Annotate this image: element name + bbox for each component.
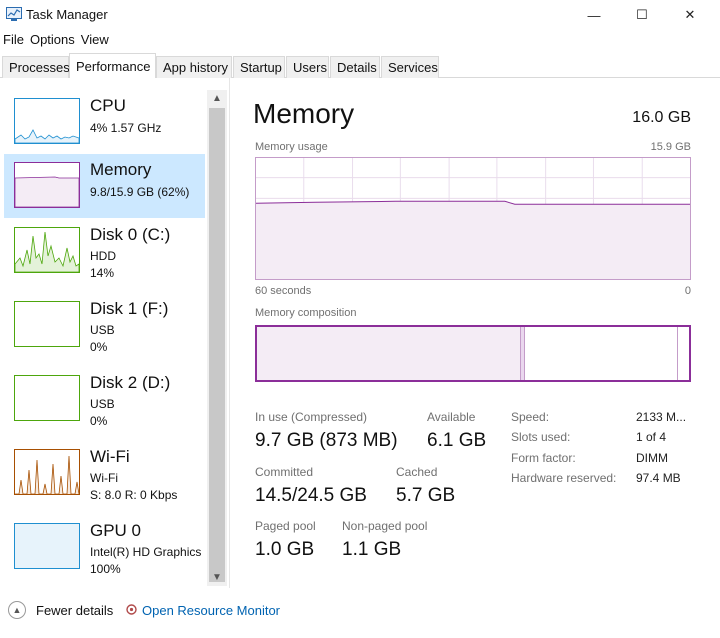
sidebar-item-name: GPU 0 <box>90 521 142 540</box>
sidebar-item-type: USB <box>90 397 115 411</box>
usage-graph-max: 15.9 GB <box>650 141 691 153</box>
available-label: Available <box>427 410 476 424</box>
fewer-details-button[interactable]: Fewer details <box>36 603 113 618</box>
tab-details[interactable]: Details <box>330 56 380 78</box>
sidebar-item-type: Wi-Fi <box>90 471 118 485</box>
task-manager-icon <box>6 7 22 21</box>
paged-pool-value: 1.0 GB <box>255 539 315 560</box>
sidebar-item-detail: 100% <box>90 562 121 576</box>
minimize-button[interactable]: — <box>570 0 618 30</box>
sidebar-item-disk-0[interactable]: Disk 0 (C:) HDD 14% <box>4 219 205 283</box>
composition-in-use <box>257 327 521 380</box>
scroll-down-icon[interactable]: ▼ <box>207 569 227 585</box>
sidebar-item-cpu[interactable]: CPU 4% 1.57 GHz <box>4 90 205 154</box>
menu-options[interactable]: Options <box>27 30 78 50</box>
speed-value: 2133 M... <box>636 410 687 424</box>
sidebar-item-detail: 4% 1.57 GHz <box>90 121 162 135</box>
maximize-button[interactable]: ☐ <box>618 0 666 30</box>
memory-thumbnail-graph <box>14 162 80 208</box>
sidebar-item-type: HDD <box>90 249 116 263</box>
open-resource-monitor-link[interactable]: Open Resource Monitor <box>142 603 280 618</box>
tab-startup[interactable]: Startup <box>233 56 285 78</box>
composition-label: Memory composition <box>255 307 357 319</box>
sidebar-item-type: Intel(R) HD Graphics <box>90 545 202 559</box>
memory-panel: Memory 16.0 GB Memory usage 15.9 GB 60 s… <box>231 78 720 588</box>
composition-standby <box>524 327 679 380</box>
sidebar-item-name: Wi-Fi <box>90 447 130 466</box>
tab-performance[interactable]: Performance <box>69 53 156 79</box>
sidebar-item-disk-1[interactable]: Disk 1 (F:) USB 0% <box>4 293 205 357</box>
tab-strip: Processes Performance App history Startu… <box>0 53 720 79</box>
non-paged-pool-value: 1.1 GB <box>342 539 402 560</box>
tab-app-history[interactable]: App history <box>156 56 232 78</box>
in-use-value: 9.7 GB (873 MB) <box>255 430 398 451</box>
memory-usage-graph <box>255 157 691 280</box>
sidebar-item-detail: 0% <box>90 414 108 428</box>
committed-value: 14.5/24.5 GB <box>255 485 367 506</box>
sidebar-item-memory[interactable]: Memory 9.8/15.9 GB (62%) <box>4 154 205 218</box>
wifi-thumbnail-graph <box>14 449 80 495</box>
committed-label: Committed <box>255 465 314 479</box>
tab-services[interactable]: Services <box>381 56 439 78</box>
sidebar-item-disk-2[interactable]: Disk 2 (D:) USB 0% <box>4 367 205 431</box>
tab-processes[interactable]: Processes <box>2 56 70 78</box>
memory-composition-bar <box>255 325 691 382</box>
footer-bar: ▲ Fewer details Open Resource Monitor <box>0 595 720 627</box>
form-factor-label: Form factor: <box>511 451 576 465</box>
sidebar-item-detail: 0% <box>90 340 108 354</box>
gpu-thumbnail-graph <box>14 523 80 569</box>
sidebar-item-name: CPU <box>90 96 126 115</box>
chevron-up-icon[interactable]: ▲ <box>8 601 26 619</box>
disk-1-thumbnail-graph <box>14 301 80 347</box>
available-value: 6.1 GB <box>427 430 487 451</box>
menu-bar: File Options View <box>0 30 112 50</box>
disk-0-thumbnail-graph <box>14 227 80 273</box>
sidebar-item-name: Disk 1 (F:) <box>90 299 169 318</box>
resource-sidebar: CPU 4% 1.57 GHz Memory 9.8/15.9 GB (62%)… <box>0 78 230 588</box>
sidebar-item-detail: 14% <box>90 266 115 280</box>
sidebar-item-name: Disk 2 (D:) <box>90 373 171 392</box>
hardware-reserved-label: Hardware reserved: <box>511 471 617 485</box>
slots-value: 1 of 4 <box>636 430 667 444</box>
title-bar: Task Manager — ☐ ✕ <box>0 0 720 30</box>
sidebar-item-detail: 9.8/15.9 GB (62%) <box>90 185 190 199</box>
tab-users[interactable]: Users <box>286 56 329 78</box>
sidebar-scrollbar-thumb[interactable] <box>209 108 225 582</box>
menu-file[interactable]: File <box>0 30 27 50</box>
scroll-up-icon[interactable]: ▲ <box>207 90 227 106</box>
window-title: Task Manager <box>26 7 108 22</box>
memory-total: 16.0 GB <box>632 109 691 126</box>
slots-label: Slots used: <box>511 430 571 444</box>
sidebar-item-name: Disk 0 (C:) <box>90 225 171 244</box>
speed-label: Speed: <box>511 410 550 424</box>
cached-label: Cached <box>396 465 438 479</box>
sidebar-item-name: Memory <box>90 160 152 179</box>
paged-pool-label: Paged pool <box>255 519 316 533</box>
menu-view[interactable]: View <box>78 30 112 50</box>
sidebar-item-gpu-0[interactable]: GPU 0 Intel(R) HD Graphics 100% <box>4 515 205 579</box>
usage-graph-label: Memory usage <box>255 141 328 153</box>
page-title: Memory <box>253 98 355 129</box>
in-use-label: In use (Compressed) <box>255 410 368 424</box>
sidebar-item-type: USB <box>90 323 115 337</box>
disk-2-thumbnail-graph <box>14 375 80 421</box>
hardware-reserved-value: 97.4 MB <box>636 471 681 485</box>
cached-value: 5.7 GB <box>396 485 456 506</box>
resource-monitor-icon <box>126 604 137 615</box>
cpu-thumbnail-graph <box>14 98 80 144</box>
sidebar-item-wifi[interactable]: Wi-Fi Wi-Fi S: 8.0 R: 0 Kbps <box>4 441 205 505</box>
time-axis-end: 0 <box>684 285 691 297</box>
form-factor-value: DIMM <box>636 451 668 465</box>
non-paged-pool-label: Non-paged pool <box>342 519 428 533</box>
sidebar-item-detail: S: 8.0 R: 0 Kbps <box>90 488 178 502</box>
close-button[interactable]: ✕ <box>666 0 714 30</box>
time-axis-start: 60 seconds <box>255 285 312 297</box>
